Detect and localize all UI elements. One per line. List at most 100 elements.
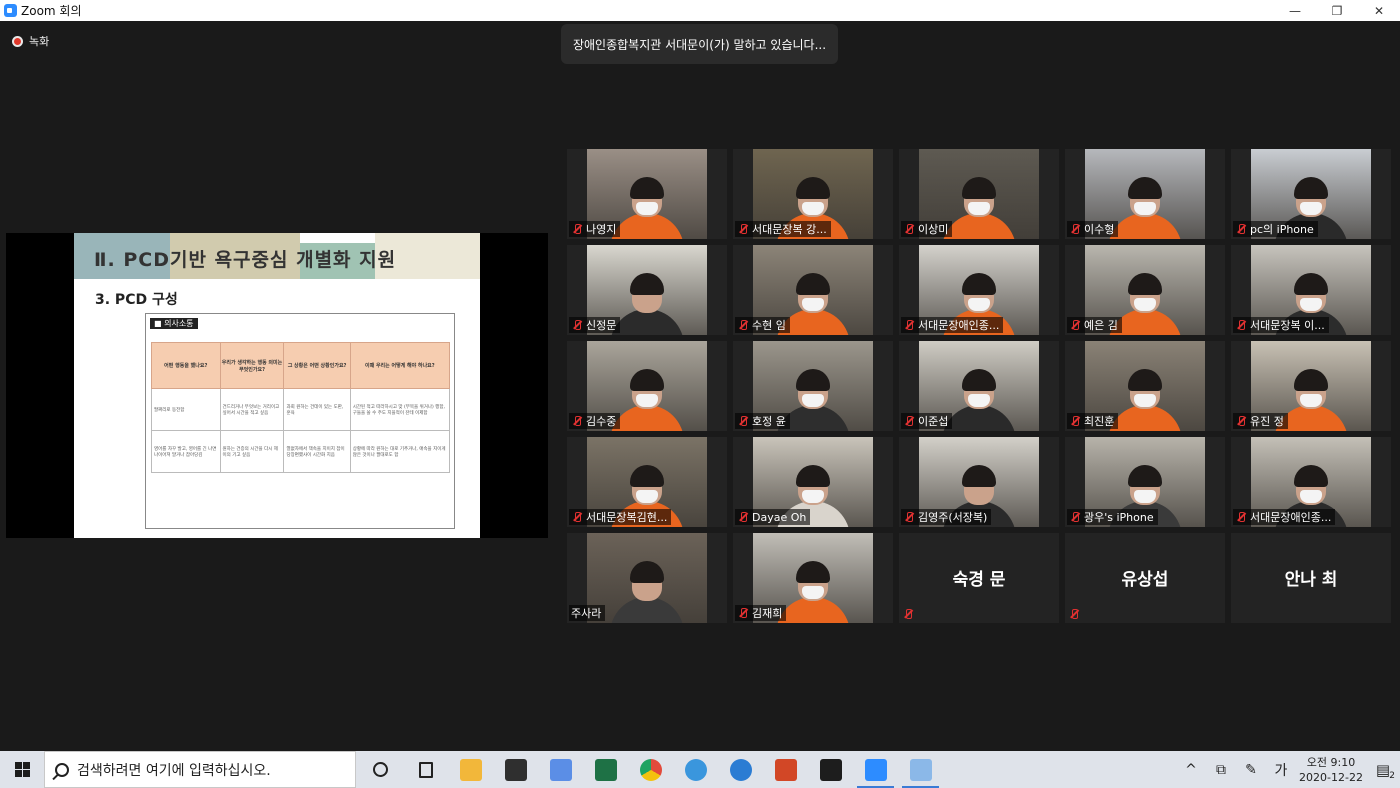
taskbar-app-button[interactable] xyxy=(358,751,403,788)
start-button[interactable] xyxy=(0,751,44,788)
participant-tile[interactable]: Dayae Oh xyxy=(733,437,893,527)
participant-name: Dayae Oh xyxy=(752,510,807,524)
table-cell: 열없자에서 잭속을 지이지 잡이 당장편했사이 시간화 지음 xyxy=(283,430,351,473)
participant-tile[interactable]: 서대문장애인종... xyxy=(899,245,1059,335)
participant-name: 서대문장복 이... xyxy=(1250,319,1325,332)
face-mask xyxy=(1300,490,1322,503)
participant-tile[interactable]: 유진 정 xyxy=(1231,341,1391,431)
participant-tile[interactable]: 신정문 xyxy=(567,245,727,335)
participant-tile[interactable]: 이상미 xyxy=(899,149,1059,239)
powerpoint-icon xyxy=(774,758,797,781)
system-tray: ^ ⧉ ✎ 가 오전 9:10 2020-12-22 ▤ 2 xyxy=(1176,751,1400,788)
taskbar-app-button[interactable] xyxy=(808,751,853,788)
participant-tile[interactable]: 숙경 문 xyxy=(899,533,1059,623)
table-cell: 상황에 따라 원하는 대로 기추거나, 애속을 지이게 않은 것이나 팔대로도 … xyxy=(349,430,451,473)
window-title: Zoom 회의 xyxy=(21,4,82,18)
minimize-button[interactable]: — xyxy=(1274,0,1316,21)
restore-button[interactable]: ❐ xyxy=(1316,0,1358,21)
taskbar-app-button[interactable] xyxy=(853,751,898,788)
participant-name: 안나 최 xyxy=(1284,570,1338,590)
search-icon xyxy=(55,762,69,777)
taskbar-app-button[interactable] xyxy=(628,751,673,788)
shared-screen[interactable]: Ⅱ. PCD기반 욕구중심 개별화 지원 3. PCD 구성 ■ 의사소통 어떤… xyxy=(6,233,548,538)
recording-indicator[interactable]: 녹화 xyxy=(12,33,49,49)
participant-name: 이상미 xyxy=(918,223,949,236)
close-button[interactable]: ✕ xyxy=(1358,0,1400,21)
taskbar-app-button[interactable] xyxy=(493,751,538,788)
taskbar-app-button[interactable] xyxy=(898,751,943,788)
participant-name-label: 최진훈 xyxy=(1067,413,1119,429)
taskbar-app-button[interactable] xyxy=(448,751,493,788)
participant-tile[interactable]: 서대문장애인종... xyxy=(1231,437,1391,527)
task-view-icon xyxy=(418,761,433,778)
zoom-window: Zoom 회의 — ❐ ✕ 녹화 장애인종합복지관 서대문이(가) 말하고 있습… xyxy=(0,0,1400,788)
participant-tile[interactable]: 서대문장복 강... xyxy=(733,149,893,239)
participant-name: 김영주(서장복) xyxy=(918,511,988,524)
notification-center-icon[interactable]: ▤ 2 xyxy=(1366,761,1400,781)
face-mask xyxy=(802,586,824,599)
ime-indicator[interactable]: 가 xyxy=(1266,760,1296,780)
slide-title: Ⅱ. PCD기반 욕구중심 개별화 지원 xyxy=(94,249,397,271)
mic-muted-icon xyxy=(571,223,583,235)
participant-name: 김수중 xyxy=(586,415,617,428)
meet-now-icon[interactable]: ⧉ xyxy=(1206,762,1236,778)
participant-name: 최진훈 xyxy=(1084,415,1115,428)
participant-tile[interactable]: 김수중 xyxy=(567,341,727,431)
slide-subtitle: 3. PCD 구성 xyxy=(95,292,178,308)
face-mask xyxy=(968,298,990,311)
taskbar-app-button[interactable] xyxy=(538,751,583,788)
participant-name-label: 주사라 xyxy=(569,605,606,621)
participant-tile[interactable]: 서대문장복 이... xyxy=(1231,245,1391,335)
taskbar-app-button[interactable] xyxy=(583,751,628,788)
presentation-slide: Ⅱ. PCD기반 욕구중심 개별화 지원 3. PCD 구성 ■ 의사소통 어떤… xyxy=(74,233,480,538)
taskbar-app-button[interactable] xyxy=(673,751,718,788)
participant-tile[interactable]: 주사라 xyxy=(567,533,727,623)
participant-name: 신정문 xyxy=(586,319,617,332)
mic-muted-icon xyxy=(571,415,583,427)
participant-tile[interactable]: 호정 윤 xyxy=(733,341,893,431)
participant-name: 서대문장애인종... xyxy=(918,319,1000,332)
participant-tile[interactable]: 유상섭 xyxy=(1065,533,1225,623)
taskbar-app-button[interactable] xyxy=(403,751,448,788)
participant-name-label: 유진 정 xyxy=(1233,413,1288,429)
file-explorer-icon xyxy=(459,758,482,781)
face-mask xyxy=(1134,202,1156,215)
participant-tile[interactable]: 광우's iPhone xyxy=(1065,437,1225,527)
participant-name-label: 호정 윤 xyxy=(735,413,790,429)
mic-muted-icon xyxy=(902,608,914,620)
window-controls: — ❐ ✕ xyxy=(1274,0,1400,21)
participant-tile[interactable]: 최진훈 xyxy=(1065,341,1225,431)
participant-name: 예은 김 xyxy=(1084,319,1118,332)
taskbar-app-button[interactable] xyxy=(763,751,808,788)
participant-tile[interactable]: 나영지 xyxy=(567,149,727,239)
face-mask xyxy=(1134,490,1156,503)
store-icon xyxy=(504,758,527,781)
mic-muted-icon xyxy=(571,319,583,331)
participant-name: pc의 iPhone xyxy=(1250,223,1314,236)
participant-tile[interactable]: 안나 최 xyxy=(1231,533,1391,623)
face-mask xyxy=(636,490,658,503)
mic-muted-icon xyxy=(737,223,749,235)
participant-name: 서대문장애인종... xyxy=(1250,511,1332,524)
mic-muted-icon xyxy=(1235,415,1247,427)
slide-table: 어떤 행동을 했나요? 우리가 생각하는 행동 의미는 무엇인가요? 그 상황은… xyxy=(151,342,451,473)
participant-tile[interactable]: 이준섭 xyxy=(899,341,1059,431)
participant-tile[interactable]: 서대문장복김현... xyxy=(567,437,727,527)
mic-muted-icon xyxy=(737,319,749,331)
participant-tile[interactable]: 김영주(서장복) xyxy=(899,437,1059,527)
participant-tile[interactable]: 이수형 xyxy=(1065,149,1225,239)
clock[interactable]: 오전 9:10 2020-12-22 xyxy=(1296,755,1366,785)
participant-tile[interactable]: 김재희 xyxy=(733,533,893,623)
participant-tile[interactable]: 예은 김 xyxy=(1065,245,1225,335)
tray-overflow-chevron[interactable]: ^ xyxy=(1176,762,1206,778)
participant-name-label: 김수중 xyxy=(569,413,621,429)
table-row: 팔짜리로 동전함 건드리거나 무엇보는 거리이고 싶어서 시간을 적고 싶음 과… xyxy=(151,388,451,431)
taskbar-app-button[interactable] xyxy=(718,751,763,788)
taskbar-search-box[interactable]: 검색하려면 여기에 입력하십시오. xyxy=(44,751,356,788)
participant-tile[interactable]: 수현 임 xyxy=(733,245,893,335)
app-blue-icon xyxy=(549,758,572,781)
pen-icon[interactable]: ✎ xyxy=(1236,762,1266,778)
mic-muted-icon xyxy=(1235,223,1247,235)
participant-tile[interactable]: pc의 iPhone xyxy=(1231,149,1391,239)
participant-name-label: 이상미 xyxy=(901,221,953,237)
